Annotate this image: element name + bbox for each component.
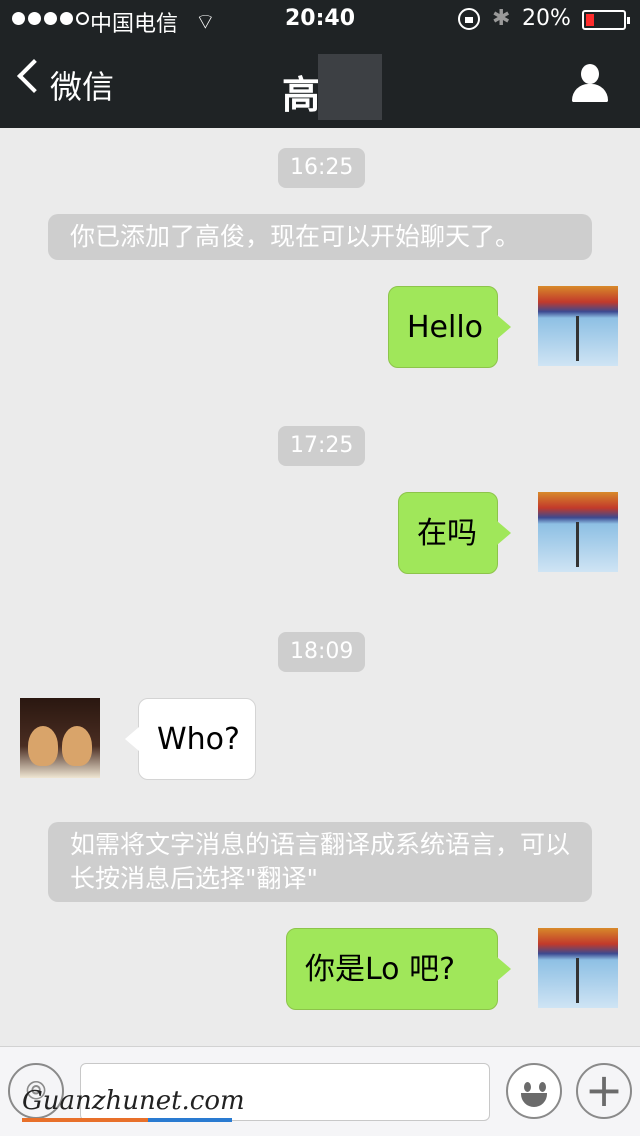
battery-percent: 20% (522, 6, 571, 31)
timestamp: 18:09 (278, 632, 366, 672)
emoji-icon[interactable] (506, 1063, 562, 1119)
title-redaction (318, 54, 382, 120)
navigation-bar: 微信 高 (0, 40, 640, 128)
chat-title: 高 (282, 73, 321, 117)
timestamp: 16:25 (278, 148, 366, 188)
chat-area[interactable]: 16:25 你已添加了高俊，现在可以开始聊天了。 Hello 17:25 在吗 … (0, 128, 640, 1046)
profile-icon[interactable] (572, 64, 608, 102)
rotation-lock-icon (458, 8, 480, 30)
status-bar: 中国电信 ⌔ 20:40 ✱ 20% (0, 0, 640, 40)
system-message: 你已添加了高俊，现在可以开始聊天了。 (48, 214, 592, 260)
timestamp: 17:25 (278, 426, 366, 466)
battery-icon (582, 10, 630, 30)
translation-tip: 如需将文字消息的语言翻译成系统语言，可以长按消息后选择"翻译" (48, 822, 592, 902)
message-bubble-outgoing[interactable]: Hello (388, 286, 511, 368)
message-bubble-outgoing[interactable]: 你是Lo 吧? (286, 928, 511, 1010)
my-avatar[interactable] (538, 928, 618, 1008)
header: 中国电信 ⌔ 20:40 ✱ 20% 微信 高 (0, 0, 640, 128)
plus-icon[interactable]: + (576, 1063, 632, 1119)
back-button[interactable]: 微信 (50, 62, 114, 108)
bluetooth-icon: ✱ (492, 6, 511, 31)
back-chevron-icon[interactable] (17, 59, 51, 93)
watermark-text: Guanzhunet.com (22, 1086, 245, 1116)
my-avatar[interactable] (538, 492, 618, 572)
my-avatar[interactable] (538, 286, 618, 366)
watermark-underline (22, 1118, 232, 1122)
message-bubble-outgoing[interactable]: 在吗 (398, 492, 511, 574)
contact-avatar[interactable] (20, 698, 100, 778)
message-bubble-incoming[interactable]: Who? (125, 698, 256, 780)
